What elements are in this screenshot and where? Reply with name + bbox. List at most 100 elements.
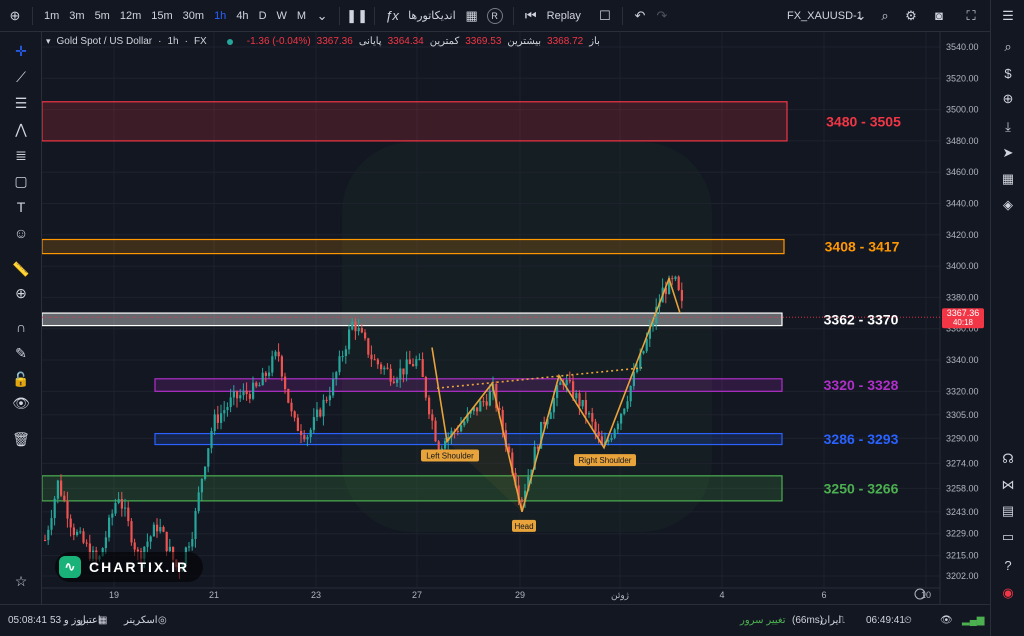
camera-icon[interactable]: ◙ [928,5,950,27]
candle-body [133,542,136,550]
candle-body [364,332,367,339]
add-alert-icon[interactable]: ⊕ [997,88,1019,110]
zoom-in-icon[interactable]: ⊕ [10,282,32,304]
timeframe-D[interactable]: D [254,10,272,22]
add-symbol-icon[interactable]: ⊕ [4,5,26,27]
candle-type-icon[interactable]: ❚❚ [346,5,368,27]
right-shoulder-label: Right Shoulder [574,454,636,467]
timeframe-4h[interactable]: 4h [231,10,253,22]
profile-icon[interactable]: ◉ [997,582,1019,604]
candle-body [677,276,680,291]
eye-icon[interactable]: 👁 [10,392,32,414]
indicators-button[interactable]: اندیکاتورها [403,9,461,22]
emoji-icon[interactable]: ☺ [10,222,32,244]
candle-body [597,431,600,437]
timeframe-3m[interactable]: 3m [64,10,89,22]
trash-icon[interactable]: 🗑 [10,428,32,450]
price-chart[interactable]: 3540.00 3520.00 3500.00 3480.00 3460.00 3440.… [41,32,990,604]
chart-area[interactable]: 3540.00 3520.00 3500.00 3480.00 3460.00 3440.… [41,32,990,604]
horizontal-lines-icon[interactable]: ☰ [10,92,32,114]
candle-body [220,413,223,423]
chartix-logo: ∿ CHARTIX.IR [55,552,203,582]
candle-body [373,359,376,361]
candle-body [76,531,79,536]
menu-icon[interactable]: ☰ [997,5,1019,27]
candle-body [258,385,261,387]
candle-body [261,372,264,386]
candle-body [620,413,623,424]
server-icon: ⎍ [838,615,845,626]
screener-icon[interactable]: ◎ [158,615,167,626]
fullscreen-icon[interactable]: ⛶ [960,5,982,27]
lock-icon[interactable]: 🔓 [10,368,32,390]
layout-grid-icon[interactable]: ▦ [461,5,483,27]
text-tool-icon[interactable]: T [10,196,32,218]
trend-line-icon[interactable]: ⟋ [10,66,32,88]
timeframe-5m[interactable]: 5m [90,10,115,22]
candle-body [111,513,114,518]
search-icon[interactable]: ⌕ [997,36,1019,58]
candle-body [239,395,242,399]
candle-body [66,500,69,519]
dollar-icon[interactable]: $ [997,62,1019,84]
candle-body [581,399,584,407]
help-icon[interactable]: ? [997,554,1019,576]
headset-icon[interactable]: ☊ [997,448,1019,470]
timeframe-1m[interactable]: 1m [39,10,64,22]
favorite-star-icon[interactable]: ☆ [10,570,32,592]
status-bar: 05:08:41 53 روز و اعتبار ▦ اسکرینر ◎ تغی… [0,604,990,636]
timeframe-15m[interactable]: 15m [146,10,177,22]
redo-icon[interactable]: ↷ [651,5,673,27]
ruler-icon[interactable]: 📏 [10,258,32,280]
candle-body [344,349,347,357]
timeframe-30m[interactable]: 30m [178,10,209,22]
candle-body [120,499,123,509]
layers-icon[interactable]: ◈ [997,194,1019,216]
screener-button[interactable]: اسکرینر [124,615,158,626]
timeframe-M[interactable]: M [292,10,311,22]
eye-icon[interactable]: 👁 [940,615,953,626]
pencil-lock-icon[interactable]: ✎ [10,342,32,364]
indicators-icon[interactable]: ƒx [381,5,403,27]
list-panel-icon[interactable]: ▤ [997,500,1019,522]
calendar-icon[interactable]: ▦ [997,168,1019,190]
alert-r-icon[interactable]: R [486,7,503,24]
right-sidebar: ☰ ⌕ $ ⊕ ⤓ ➤ ▦ ◈ ☊ ⋈ ▤ ▭ ? ◉ [990,0,1024,636]
legend-separator: · [184,36,188,47]
fib-tool-icon[interactable]: ≣ [10,144,32,166]
checkbox-icon[interactable]: ☐ [594,5,616,27]
trading-app: ⊕ 1m 3m 5m 12m 15m 30m 1h 4h D W M ⌄ ❚❚ ƒx اندیکات… [0,0,1024,636]
replay-icon[interactable]: ⏮ [520,5,542,27]
legend-separator: · [158,36,162,47]
undo-icon[interactable]: ↶ [629,5,651,27]
download-icon[interactable]: ⤓ [997,116,1019,138]
candle-body [322,399,325,417]
top-toolbar: ⊕ 1m 3m 5m 12m 15m 30m 1h 4h D W M ⌄ ❚❚ ƒx اندیکات… [0,0,990,32]
change-server-link[interactable]: تغییر سرور [740,615,786,626]
candle-body [280,356,283,377]
replay-button[interactable]: Replay [542,10,586,22]
chevron-down-icon[interactable]: ⌄ [311,5,333,27]
zone-rect [41,238,785,255]
timeframe-12m[interactable]: 12m [115,10,146,22]
pattern-tool-icon[interactable]: ⋀ [10,118,32,140]
chevron-icon[interactable]: ▾ [46,36,51,47]
timeframe-1h[interactable]: 1h [209,10,231,22]
settings-gear-icon[interactable]: ⚙ [900,5,922,27]
share-icon[interactable]: ⋈ [997,474,1019,496]
rectangle-tool-icon[interactable]: ▢ [10,170,32,192]
crosshair-icon[interactable]: ✛ [10,40,32,62]
chevron-down-icon[interactable]: ⌄ [850,5,872,27]
candle-body [578,393,581,407]
candle-body [191,538,194,547]
price-axis-label: 3215.00 [946,551,979,561]
candle-body [408,359,411,365]
magnet-icon[interactable]: ∩ [10,316,32,338]
send-icon[interactable]: ➤ [997,142,1019,164]
quick-search-icon[interactable]: ⌕ [874,5,896,27]
high-label: بیشترین [507,36,542,47]
timeframe-W[interactable]: W [272,10,292,22]
candle-body [424,376,427,398]
chat-icon[interactable]: ▭ [997,526,1019,548]
divider [374,6,376,25]
